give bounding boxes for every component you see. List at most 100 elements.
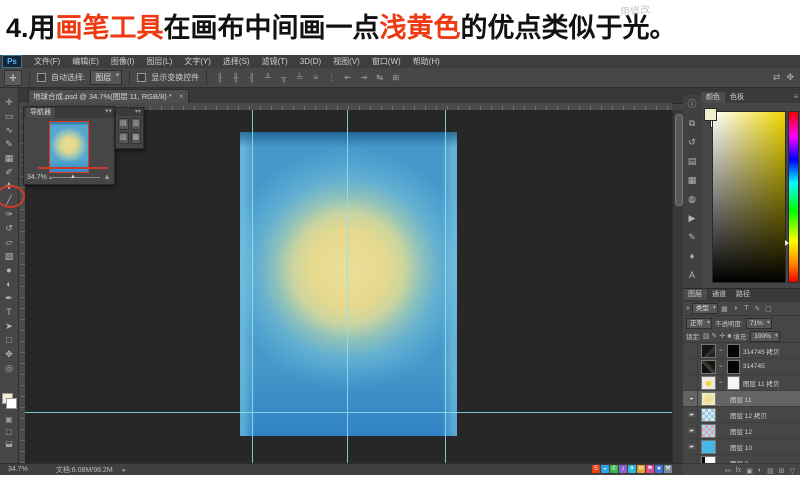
layer-thumbnail[interactable] <box>701 439 716 454</box>
menu-item[interactable]: 滤镜(T) <box>256 56 294 67</box>
vertical-guide[interactable] <box>347 110 348 463</box>
navigator-viewbox[interactable] <box>49 121 89 173</box>
align-icon[interactable]: ╫ <box>230 72 241 84</box>
layers-panel-button[interactable]: ▤ <box>767 467 774 475</box>
slider-handle[interactable]: ▲ <box>70 174 76 180</box>
opacity-value[interactable]: 71% <box>745 317 772 329</box>
lock-icon[interactable]: ■ <box>727 333 731 340</box>
move-tool[interactable]: ✛ <box>0 95 18 109</box>
panel-menu-icon[interactable]: ≡ <box>793 92 798 101</box>
layers-panel-button[interactable]: ⊞ <box>779 467 785 475</box>
layers-panel-button[interactable]: fx <box>736 467 741 474</box>
horizontal-guide[interactable] <box>25 412 672 413</box>
visibility-cell[interactable] <box>685 407 698 422</box>
color-panel-tab[interactable]: 颜色 <box>701 92 725 103</box>
document-canvas[interactable] <box>240 132 457 436</box>
align-icon[interactable]: ╢ <box>246 72 257 84</box>
lasso-tool[interactable]: ∿ <box>0 123 18 137</box>
lock-icon[interactable]: ✛ <box>719 332 725 340</box>
filter-kind-icon[interactable]: T <box>742 305 751 312</box>
visibility-cell[interactable] <box>685 375 698 390</box>
align-icon[interactable]: ⋮ <box>326 72 337 84</box>
hue-slider[interactable] <box>785 111 799 283</box>
hue-slider-marker[interactable] <box>785 240 789 246</box>
layer-mask-thumbnail[interactable] <box>727 343 740 358</box>
eye-icon[interactable] <box>687 396 695 401</box>
status-zoom-field[interactable]: 34.7% <box>8 466 28 473</box>
navigator-zoom-slider[interactable] <box>52 177 100 178</box>
layer-row[interactable]: ⌁ 314745 拷贝 <box>683 343 800 359</box>
layer-name[interactable]: 图层 11 <box>730 394 752 404</box>
mini-panel-icon[interactable]: ▧ <box>118 132 129 144</box>
layers-panel-button[interactable]: ◐ <box>758 467 762 474</box>
collapsed-panel-icon[interactable]: ▶ <box>683 209 701 228</box>
filter-kind-icon[interactable]: ▢ <box>764 305 773 313</box>
align-icon[interactable]: ╟ <box>214 72 225 84</box>
collapsed-panel-icon[interactable]: ⧉ <box>683 114 701 133</box>
layer-thumbnail[interactable] <box>701 359 716 374</box>
align-icon[interactable]: ↹ <box>374 72 385 84</box>
history-brush-tool[interactable]: ↺ <box>0 221 18 235</box>
dodge-tool[interactable]: ◐ <box>0 277 18 291</box>
workspace-icon[interactable]: ✥ <box>786 72 794 83</box>
collapsed-panel-icon[interactable]: ◍ <box>683 190 701 209</box>
eyedropper-tool[interactable]: ✐ <box>0 165 18 179</box>
eye-icon[interactable] <box>687 444 695 449</box>
layer-name[interactable]: 图层 12 拷贝 <box>730 410 767 420</box>
zoom-tool[interactable]: ◎ <box>0 361 18 375</box>
vertical-guide[interactable] <box>445 110 446 463</box>
collapsed-panel-icon[interactable]: ▤ <box>683 152 701 171</box>
collapsed-panel-icon[interactable]: ♦ <box>683 247 701 266</box>
layers-panel-button[interactable]: ▣ <box>746 467 753 475</box>
eye-icon[interactable] <box>687 428 695 433</box>
show-transform-checkbox[interactable] <box>137 73 147 82</box>
visibility-cell[interactable] <box>685 343 698 358</box>
eraser-tool[interactable]: ▱ <box>0 235 18 249</box>
layer-name[interactable]: 314745 <box>743 363 765 370</box>
color-panel-tab[interactable]: 色板 <box>725 92 749 103</box>
layer-row[interactable]: ⌁ 314745 <box>683 359 800 375</box>
filter-kind-icon[interactable]: ◑ <box>731 305 740 312</box>
layers-panel-button[interactable]: ▽ <box>790 467 795 475</box>
gradient-tool[interactable]: ▨ <box>0 249 18 263</box>
layer-row[interactable]: ⌁ 图层 12 <box>683 423 800 439</box>
document-tab[interactable]: 地球合成.psd @ 34.7%(图层 11, RGB/8) * × <box>28 89 189 104</box>
filter-type-dropdown[interactable]: 类型 <box>691 303 718 314</box>
mini-panel-collapse-icon[interactable]: ▾▾ <box>116 108 143 116</box>
layers-panel-tab[interactable]: 图层 <box>683 289 707 300</box>
vertical-scrollbar[interactable] <box>672 110 683 463</box>
auto-select-dropdown[interactable]: 图层 <box>90 70 123 85</box>
align-icon[interactable]: ⇤ <box>342 72 353 84</box>
layer-row[interactable]: ⌁ 图层 12 拷贝 <box>683 407 800 423</box>
scrollbar-thumb[interactable] <box>675 114 683 206</box>
layer-thumbnail[interactable] <box>701 423 716 438</box>
collapsed-panel-icon[interactable]: A <box>683 266 701 285</box>
layer-thumbnail[interactable] <box>701 375 716 390</box>
clone-stamp-tool[interactable]: ✑ <box>0 207 18 221</box>
menu-item[interactable]: 帮助(H) <box>407 56 446 67</box>
align-icon[interactable]: ⇥ <box>358 72 369 84</box>
align-icon[interactable]: ╨ <box>262 72 273 84</box>
layer-name[interactable]: 图层 10 <box>730 442 752 452</box>
layer-thumbnail[interactable] <box>701 455 716 463</box>
navigator-zoom-value[interactable]: 34.7% <box>27 174 47 181</box>
zoom-in-icon[interactable]: ▲ <box>103 172 111 181</box>
visibility-cell[interactable] <box>685 439 698 454</box>
layers-panel-tab[interactable]: 路径 <box>731 289 755 300</box>
toolbar-mode-icon[interactable]: ▣ <box>0 414 18 426</box>
shape-tool[interactable]: □ <box>0 333 18 347</box>
menu-item[interactable]: 窗口(W) <box>366 56 407 67</box>
lock-icon[interactable]: ▨ <box>703 332 710 340</box>
saturation-brightness-field[interactable] <box>712 111 786 283</box>
align-icon[interactable]: ⊞ <box>390 72 401 84</box>
layer-name[interactable]: 314745 拷贝 <box>743 346 780 356</box>
collapsed-panel-icon[interactable]: ▦ <box>683 171 701 190</box>
path-select-tool[interactable]: ➤ <box>0 319 18 333</box>
mini-panel-icon[interactable]: ▤ <box>118 118 129 130</box>
menu-item[interactable]: 视图(V) <box>327 56 366 67</box>
filter-kind-icon[interactable]: ▦ <box>720 305 729 313</box>
foreground-color-chip[interactable] <box>704 108 717 121</box>
layer-row[interactable]: ⌁ 图层 10 <box>683 439 800 455</box>
align-icon[interactable]: ≡ <box>310 72 321 84</box>
crop-tool[interactable]: ▦ <box>0 151 18 165</box>
